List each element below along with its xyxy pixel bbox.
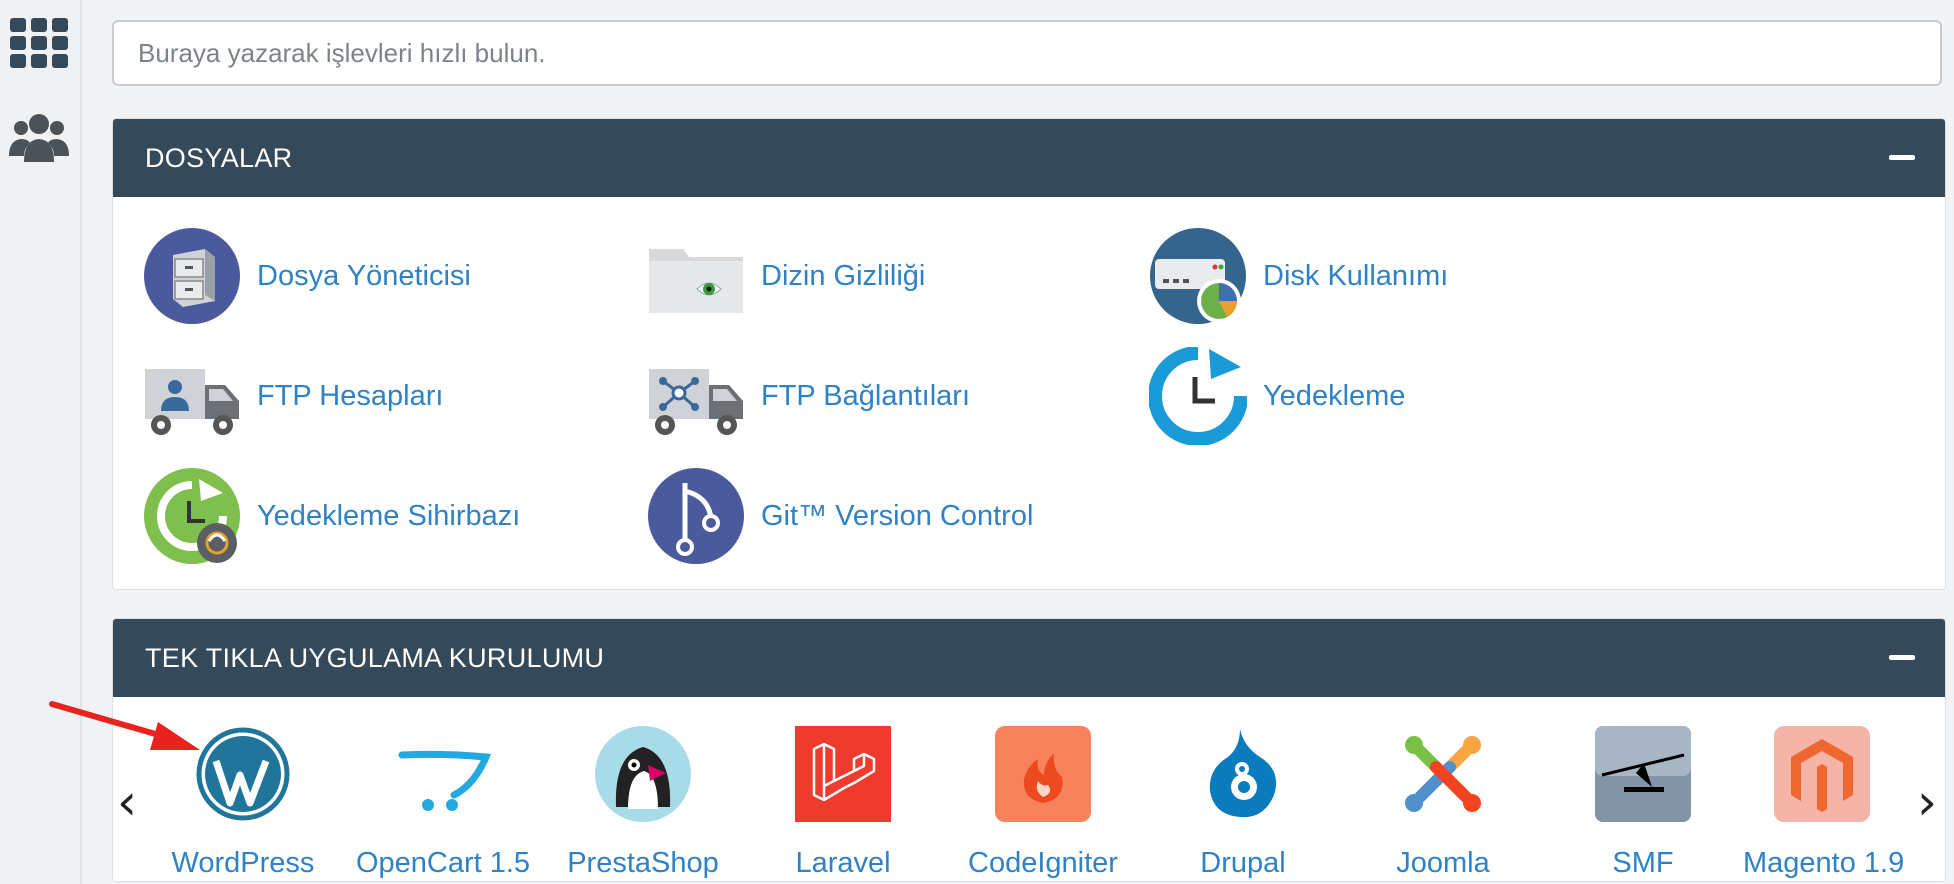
feature-label: Disk Kullanımı bbox=[1263, 259, 1449, 292]
annotation-arrow-icon bbox=[49, 701, 200, 750]
feature-ftp-accounts[interactable]: FTP Hesapları bbox=[143, 347, 443, 445]
feature-label: FTP Bağlantıları bbox=[761, 379, 971, 412]
app-magento[interactable]: Magento 1.9 bbox=[1743, 725, 1913, 880]
feature-backup[interactable]: Yedekleme bbox=[1149, 347, 1405, 445]
laravel-icon bbox=[795, 726, 891, 822]
files-panel-header: DOSYALAR bbox=[113, 119, 1945, 197]
feature-git-version-control[interactable]: Git™ Version Control bbox=[647, 467, 1033, 565]
users-icon[interactable] bbox=[8, 112, 70, 164]
collapse-icon[interactable] bbox=[1889, 655, 1915, 660]
carousel-next-button[interactable]: › bbox=[1917, 777, 1937, 827]
files-panel: DOSYALAR Dosya Yöneticisi Dizin Gizliliğ… bbox=[112, 118, 1946, 590]
ftp-truck-network-icon bbox=[649, 369, 743, 435]
opencart-icon bbox=[398, 750, 492, 811]
app-label: Joomla bbox=[1396, 847, 1490, 879]
feature-file-manager[interactable]: Dosya Yöneticisi bbox=[143, 227, 471, 325]
feature-directory-privacy[interactable]: Dizin Gizliliği bbox=[647, 227, 925, 325]
drupal-icon bbox=[1209, 729, 1277, 818]
app-opencart[interactable]: OpenCart 1.5 bbox=[343, 725, 543, 880]
app-laravel[interactable]: Laravel bbox=[743, 725, 943, 880]
files-panel-title: DOSYALAR bbox=[145, 143, 293, 173]
wordpress-icon bbox=[196, 727, 290, 821]
app-joomla[interactable]: Joomla bbox=[1343, 725, 1543, 880]
prestashop-icon bbox=[595, 726, 691, 822]
smf-icon bbox=[1595, 726, 1691, 822]
app-label: WordPress bbox=[171, 847, 315, 879]
collapse-icon[interactable] bbox=[1889, 155, 1915, 160]
app-label: PrestaShop bbox=[567, 847, 719, 879]
magento-icon bbox=[1774, 726, 1870, 822]
app-label: SMF bbox=[1612, 847, 1674, 879]
joomla-icon bbox=[1405, 736, 1481, 812]
app-label: CodeIgniter bbox=[968, 847, 1118, 879]
app-label: Drupal bbox=[1200, 847, 1286, 879]
feature-label: Git™ Version Control bbox=[761, 499, 1034, 532]
feature-label: Yedekleme bbox=[1263, 379, 1406, 412]
feature-label: FTP Hesapları bbox=[257, 379, 444, 412]
app-prestashop[interactable]: PrestaShop bbox=[543, 725, 743, 880]
backup-clock-icon bbox=[1149, 347, 1247, 445]
codeigniter-icon bbox=[995, 726, 1091, 822]
feature-label: Dizin Gizliliği bbox=[761, 259, 926, 292]
feature-label: Dosya Yöneticisi bbox=[257, 259, 471, 292]
carousel-prev-button[interactable]: ‹ bbox=[117, 777, 137, 827]
app-codeigniter[interactable]: CodeIgniter bbox=[943, 725, 1143, 880]
apps-panel: TEK TIKLA UYGULAMA KURULUMU ‹ › WordPres… bbox=[112, 618, 1946, 882]
feature-disk-usage[interactable]: Disk Kullanımı bbox=[1149, 227, 1448, 325]
feature-ftp-connections[interactable]: FTP Bağlantıları bbox=[647, 347, 970, 445]
app-label: Laravel bbox=[795, 847, 891, 879]
feature-backup-wizard[interactable]: Yedekleme Sihirbazı bbox=[143, 467, 520, 565]
app-label: OpenCart 1.5 bbox=[355, 847, 531, 879]
apps-panel-header: TEK TIKLA UYGULAMA KURULUMU bbox=[113, 619, 1945, 697]
ftp-truck-user-icon bbox=[145, 369, 239, 435]
apps-panel-title: TEK TIKLA UYGULAMA KURULUMU bbox=[145, 643, 605, 673]
feature-label: Yedekleme Sihirbazı bbox=[257, 499, 521, 532]
search-input[interactable] bbox=[112, 20, 1942, 86]
app-label: Magento 1.9 bbox=[1743, 847, 1905, 879]
file-cabinet-icon bbox=[144, 228, 240, 324]
app-smf[interactable]: SMF bbox=[1543, 725, 1743, 880]
app-drupal[interactable]: Drupal bbox=[1143, 725, 1343, 880]
folder-eye-icon bbox=[649, 249, 743, 313]
grid-icon[interactable] bbox=[8, 16, 70, 70]
git-icon bbox=[648, 468, 744, 564]
backup-wizard-icon bbox=[144, 468, 240, 564]
disk-usage-icon bbox=[1150, 228, 1246, 324]
